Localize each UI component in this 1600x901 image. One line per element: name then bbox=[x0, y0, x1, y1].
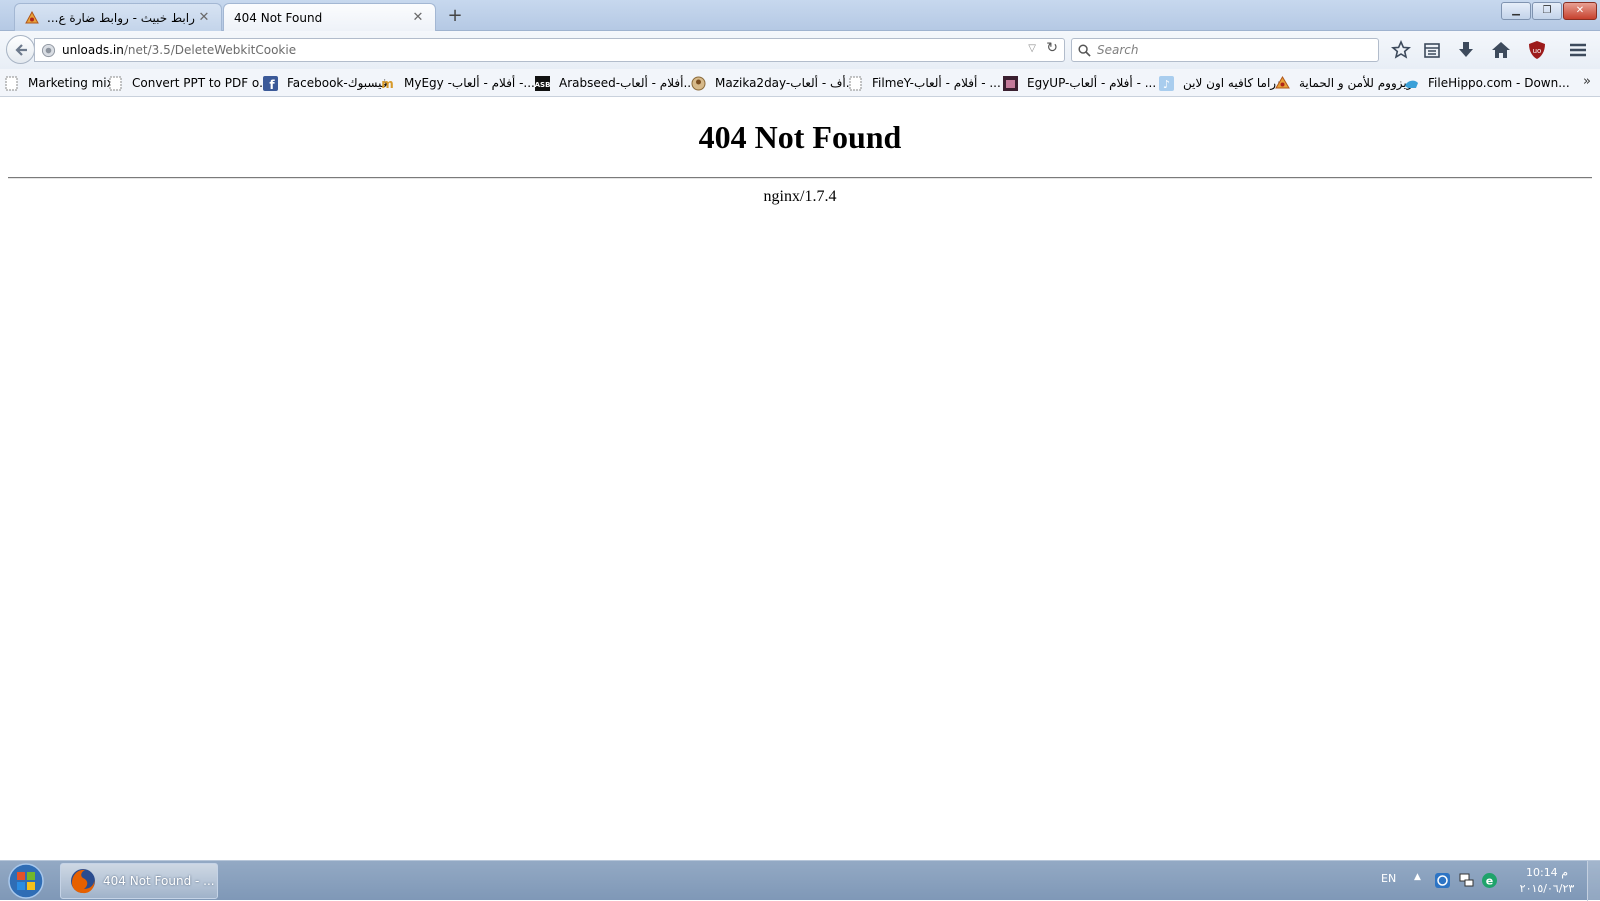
egyup-icon bbox=[1003, 75, 1018, 91]
bookmark-label: FileHippo.com - Down... bbox=[1428, 76, 1570, 90]
zizoom-icon bbox=[1275, 75, 1290, 88]
show-hidden-icons-icon[interactable]: ▲ bbox=[1414, 872, 1421, 882]
bookmark-label: Facebook-فيسبوك bbox=[287, 76, 388, 90]
e-app-icon[interactable]: e bbox=[1481, 872, 1498, 889]
bookmark-label: Convert PPT to PDF o... bbox=[132, 76, 271, 90]
search-icon bbox=[1078, 43, 1091, 57]
taskbar-item-label: 404 Not Found - ... bbox=[103, 874, 215, 888]
menu-hamburger-icon[interactable] bbox=[1568, 40, 1588, 60]
blank-page-icon bbox=[849, 76, 862, 90]
reload-icon[interactable]: ↻ bbox=[1046, 40, 1058, 56]
navigation-toolbar: unloads.in/net/3.5/DeleteWebkitCookie ▽ … bbox=[0, 31, 1600, 69]
music-note-icon: ♪ bbox=[1159, 75, 1174, 91]
bookmark-label: EgyUP-أفلام - ألعاب - ... bbox=[1027, 76, 1157, 90]
bookmark-item[interactable]: m MyEgy -أفلام - ألعاب -... bbox=[380, 74, 535, 92]
bookmark-label: MyEgy -أفلام - ألعاب -... bbox=[404, 76, 535, 90]
bookmark-item[interactable]: Marketing mix bbox=[4, 74, 114, 92]
network-connection-icon[interactable] bbox=[1458, 872, 1475, 889]
new-tab-button[interactable]: + bbox=[444, 4, 466, 28]
language-indicator[interactable]: EN bbox=[1381, 872, 1396, 885]
arabseed-icon: ASB bbox=[535, 75, 550, 91]
svg-text:♪: ♪ bbox=[1163, 78, 1170, 91]
facebook-icon: f bbox=[263, 75, 278, 91]
bookmark-star-icon[interactable] bbox=[1391, 40, 1411, 60]
home-icon[interactable] bbox=[1491, 40, 1511, 60]
taskbar: 404 Not Found - ... EN ▲ e 10:14 م ٢٠١٥/… bbox=[0, 860, 1600, 901]
url-bar[interactable]: unloads.in/net/3.5/DeleteWebkitCookie ▽ … bbox=[34, 38, 1065, 62]
svg-text:ASB: ASB bbox=[535, 81, 550, 89]
taskbar-firefox-item[interactable]: 404 Not Found - ... bbox=[60, 863, 218, 899]
bookmark-label: دراما كافيه اون لاين bbox=[1183, 76, 1282, 90]
svg-text:uo: uo bbox=[1533, 47, 1542, 55]
bookmark-item[interactable]: ASB Arabseed-أفلام - ألعاب... bbox=[535, 74, 695, 92]
bookmark-item[interactable]: EgyUP-أفلام - ألعاب - ... bbox=[1003, 74, 1156, 92]
start-button-icon[interactable] bbox=[6, 862, 46, 900]
page-content: 404 Not Found nginx/1.7.4 bbox=[0, 97, 1600, 860]
system-clock[interactable]: 10:14 م ٢٠١٥/٠٦/٢٣ bbox=[1512, 865, 1582, 897]
bookmark-item[interactable]: FileHippo.com - Down... bbox=[1404, 74, 1570, 92]
svg-text:e: e bbox=[1486, 875, 1493, 888]
bookmark-item[interactable]: Mazika2day-أف - ألعاب... bbox=[691, 74, 857, 92]
restore-button[interactable]: ❐ bbox=[1532, 2, 1562, 20]
url-path: /net/3.5/DeleteWebkitCookie bbox=[123, 43, 297, 57]
bookmark-label: Marketing mix bbox=[28, 76, 114, 90]
show-desktop-button[interactable] bbox=[1587, 861, 1600, 901]
url-domain: unloads.in bbox=[62, 43, 124, 57]
window-close-button[interactable]: ✕ bbox=[1563, 2, 1597, 20]
tab-404-not-found[interactable]: 404 Not Found ✕ bbox=[223, 3, 436, 31]
myegy-icon: m bbox=[381, 77, 394, 91]
back-arrow-icon bbox=[14, 43, 27, 56]
bookmark-item[interactable]: ♪ دراما كافيه اون لاين bbox=[1159, 74, 1281, 92]
bookmark-item[interactable]: FilmeY-أفلام - ألعاب - ... bbox=[848, 74, 1001, 92]
bookmark-label: Arabseed-أفلام - ألعاب... bbox=[559, 76, 695, 90]
tab-malicious-links[interactable]: رابط خبيث - روابط ضارة ع... ✕ bbox=[14, 3, 222, 31]
bookmark-item[interactable]: زيزووم للأمن و الحماية bbox=[1275, 74, 1413, 92]
search-placeholder: Search bbox=[1097, 43, 1139, 57]
divider bbox=[8, 177, 1592, 179]
firefox-icon bbox=[71, 869, 95, 894]
search-bar[interactable]: Search bbox=[1071, 38, 1379, 62]
tab-strip: رابط خبيث - روابط ضارة ع... ✕ 404 Not Fo… bbox=[0, 0, 1600, 31]
svg-text:m: m bbox=[381, 77, 394, 91]
bookmark-label: FilmeY-أفلام - ألعاب - ... bbox=[872, 76, 1001, 90]
globe-icon bbox=[41, 43, 56, 57]
tab-title: رابط خبيث - روابط ضارة ع... bbox=[47, 10, 195, 25]
ublock-shield-icon[interactable]: uo bbox=[1527, 40, 1547, 60]
svg-text:f: f bbox=[269, 78, 275, 91]
bookmark-item[interactable]: Convert PPT to PDF o... bbox=[108, 74, 271, 92]
close-tab-icon[interactable]: ✕ bbox=[411, 10, 425, 25]
blank-page-icon bbox=[109, 76, 122, 90]
network-globe-icon[interactable] bbox=[1434, 872, 1451, 889]
page-title: 404 Not Found bbox=[698, 119, 902, 155]
clock-time: 10:14 م bbox=[1525, 866, 1568, 879]
bookmarks-list-icon[interactable] bbox=[1422, 40, 1442, 60]
bookmark-label: Mazika2day-أف - ألعاب... bbox=[715, 76, 857, 90]
bookmarks-overflow-icon[interactable]: » bbox=[1583, 74, 1591, 89]
bookmark-label: زيزووم للأمن و الحماية bbox=[1299, 76, 1413, 90]
history-dropdown-icon[interactable]: ▽ bbox=[1028, 43, 1036, 54]
bookmarks-toolbar: Marketing mix Convert PPT to PDF o... f … bbox=[0, 69, 1600, 97]
minimize-button[interactable]: ▁ bbox=[1501, 2, 1531, 20]
download-icon[interactable] bbox=[1456, 40, 1476, 60]
blank-page-icon bbox=[5, 76, 18, 90]
server-signature: nginx/1.7.4 bbox=[763, 188, 837, 205]
mazika-icon bbox=[691, 76, 706, 90]
clock-date: ٢٠١٥/٠٦/٢٣ bbox=[1519, 882, 1575, 895]
bookmark-item[interactable]: f Facebook-فيسبوك bbox=[263, 74, 388, 92]
back-button[interactable] bbox=[6, 35, 35, 64]
site-favicon-icon bbox=[25, 10, 39, 23]
close-tab-icon[interactable]: ✕ bbox=[197, 10, 211, 25]
tab-title: 404 Not Found bbox=[234, 10, 323, 25]
filehippo-icon bbox=[1405, 80, 1418, 88]
